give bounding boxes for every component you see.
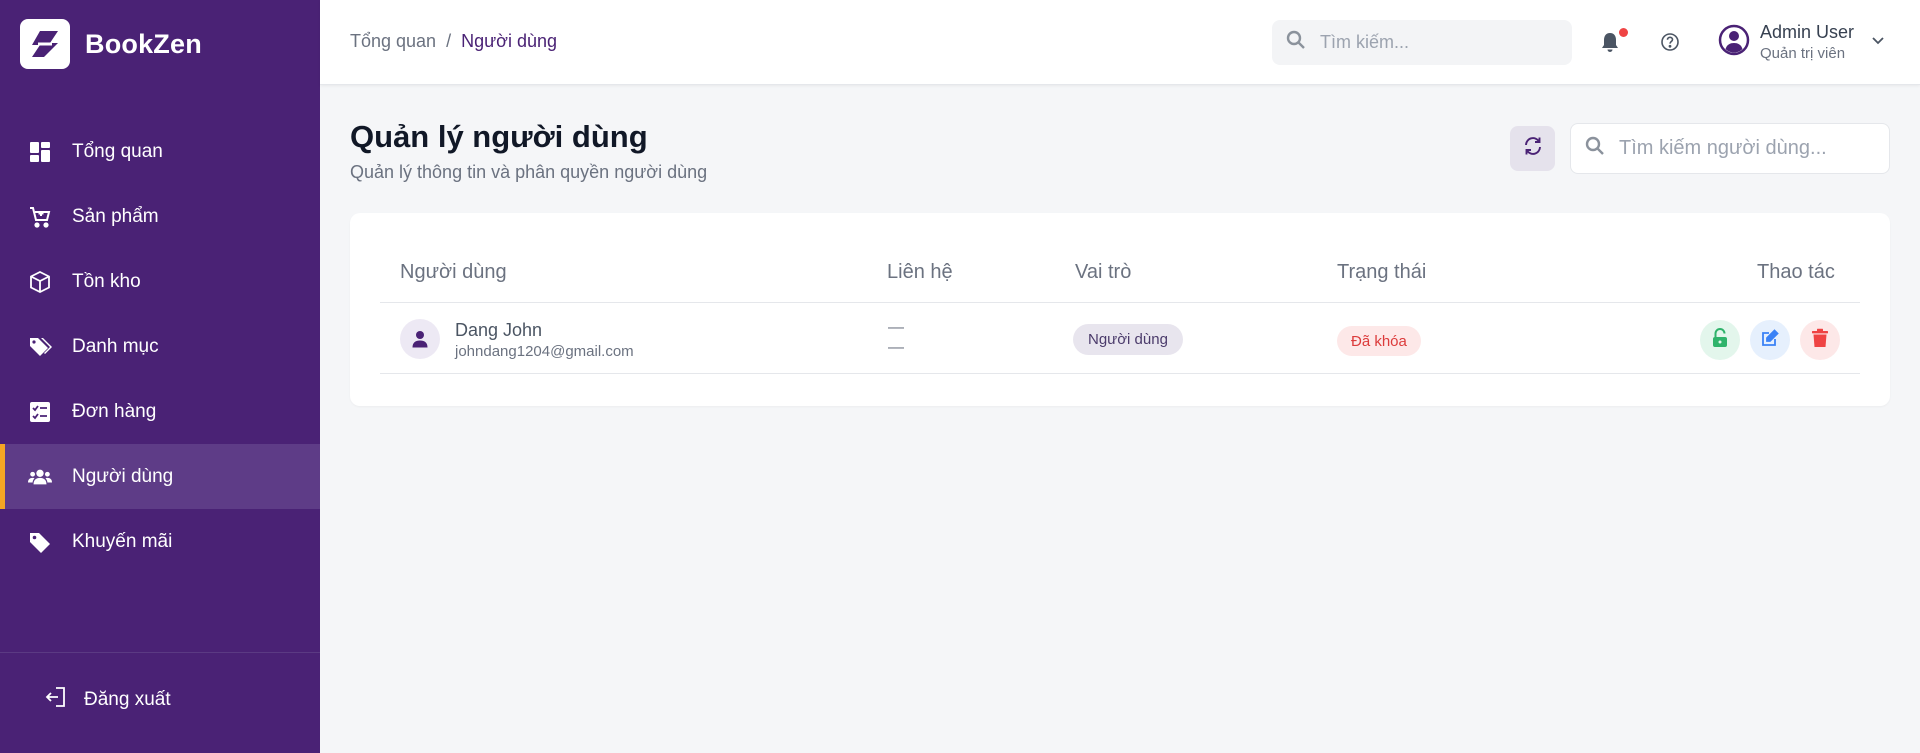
status-badge: Đã khóa <box>1337 326 1421 356</box>
user-role: Quản trị viên <box>1760 45 1846 62</box>
column-header-user: Người dùng <box>400 261 507 283</box>
users-table: Người dùng Liên hệ Vai trò Trạng thái Th… <box>350 213 1890 406</box>
logout-icon <box>44 686 66 714</box>
header-divider <box>380 302 1860 303</box>
search-icon <box>1585 136 1605 161</box>
refresh-button[interactable] <box>1510 126 1555 171</box>
sidebar-item-label: Danh mục <box>72 335 159 357</box>
refresh-icon <box>1522 135 1544 162</box>
sidebar-item-products[interactable]: Sản phẩm <box>0 184 320 249</box>
contact-line-1: — <box>888 319 904 336</box>
logout-label: Đăng xuất <box>84 689 171 710</box>
sidebar: BookZen Tổng quan Sản phẩm Tồn kho Danh … <box>0 0 320 753</box>
sidebar-item-label: Tồn kho <box>72 270 141 292</box>
sidebar-item-label: Tổng quan <box>72 140 163 162</box>
breadcrumb-separator: / <box>446 31 452 51</box>
row-divider <box>380 373 1860 374</box>
user-avatar-icon <box>400 319 440 359</box>
tags-icon <box>28 335 52 359</box>
user-name-cell: Dang John <box>455 320 543 340</box>
box-icon <box>28 270 52 294</box>
column-header-contact: Liên hệ <box>887 261 953 283</box>
top-search-box[interactable] <box>1272 20 1572 65</box>
brand-logo-icon <box>20 19 70 69</box>
brand-name: BookZen <box>85 28 202 59</box>
brand[interactable]: BookZen <box>0 0 320 88</box>
sidebar-item-overview[interactable]: Tổng quan <box>0 119 320 184</box>
unlock-user-button[interactable] <box>1700 320 1740 360</box>
user-search-input[interactable] <box>1619 137 1879 160</box>
column-header-status: Trạng thái <box>1337 261 1427 283</box>
sidebar-item-promotions[interactable]: Khuyến mãi <box>0 509 320 574</box>
user-name: Admin User <box>1760 22 1855 42</box>
unlock-icon <box>1711 327 1729 353</box>
sidebar-item-label: Người dùng <box>72 465 174 487</box>
sidebar-item-categories[interactable]: Danh mục <box>0 314 320 379</box>
user-search-box[interactable] <box>1570 123 1890 174</box>
tag-icon <box>28 530 52 554</box>
page-subtitle: Quản lý thông tin và phân quyền người dù… <box>350 162 708 182</box>
role-badge: Người dùng <box>1073 324 1183 355</box>
breadcrumb: Tổng quan / Người dùng <box>350 31 557 52</box>
notification-dot <box>1619 28 1628 37</box>
user-email-cell: johndang1204@gmail.com <box>455 343 634 360</box>
edit-user-button[interactable] <box>1750 320 1790 360</box>
checklist-icon <box>28 400 52 424</box>
logout-button[interactable]: Đăng xuất <box>44 686 171 714</box>
chevron-down-icon <box>1870 32 1886 53</box>
column-header-actions: Thao tác <box>1757 261 1835 283</box>
breadcrumb-item-overview[interactable]: Tổng quan <box>350 31 436 52</box>
topbar: Tổng quan / Người dùng Admin User Quản t… <box>320 0 1920 85</box>
search-icon <box>1286 30 1306 55</box>
users-icon <box>28 465 52 489</box>
help-icon[interactable] <box>1660 32 1680 57</box>
trash-icon <box>1811 328 1829 353</box>
delete-user-button[interactable] <box>1800 320 1840 360</box>
column-header-role: Vai trò <box>1075 261 1132 283</box>
dashboard-icon <box>28 140 52 164</box>
sidebar-item-inventory[interactable]: Tồn kho <box>0 249 320 314</box>
sidebar-item-label: Đơn hàng <box>72 400 157 422</box>
sidebar-item-orders[interactable]: Đơn hàng <box>0 379 320 444</box>
sidebar-item-label: Khuyến mãi <box>72 530 173 552</box>
contact-line-2: — <box>888 339 904 356</box>
user-menu[interactable]: Admin User Quản trị viên <box>1718 22 1886 62</box>
sidebar-item-users[interactable]: Người dùng <box>0 444 320 509</box>
cart-icon <box>28 205 52 229</box>
breadcrumb-item-users: Người dùng <box>461 31 557 51</box>
sidebar-divider <box>0 652 320 653</box>
top-search-input[interactable] <box>1320 32 1540 53</box>
page-title: Quản lý người dùng <box>350 119 648 154</box>
edit-icon <box>1760 328 1780 353</box>
user-avatar-icon <box>1718 24 1750 61</box>
sidebar-nav: Tổng quan Sản phẩm Tồn kho Danh mục Đơn … <box>0 119 320 574</box>
sidebar-item-label: Sản phẩm <box>72 205 159 227</box>
